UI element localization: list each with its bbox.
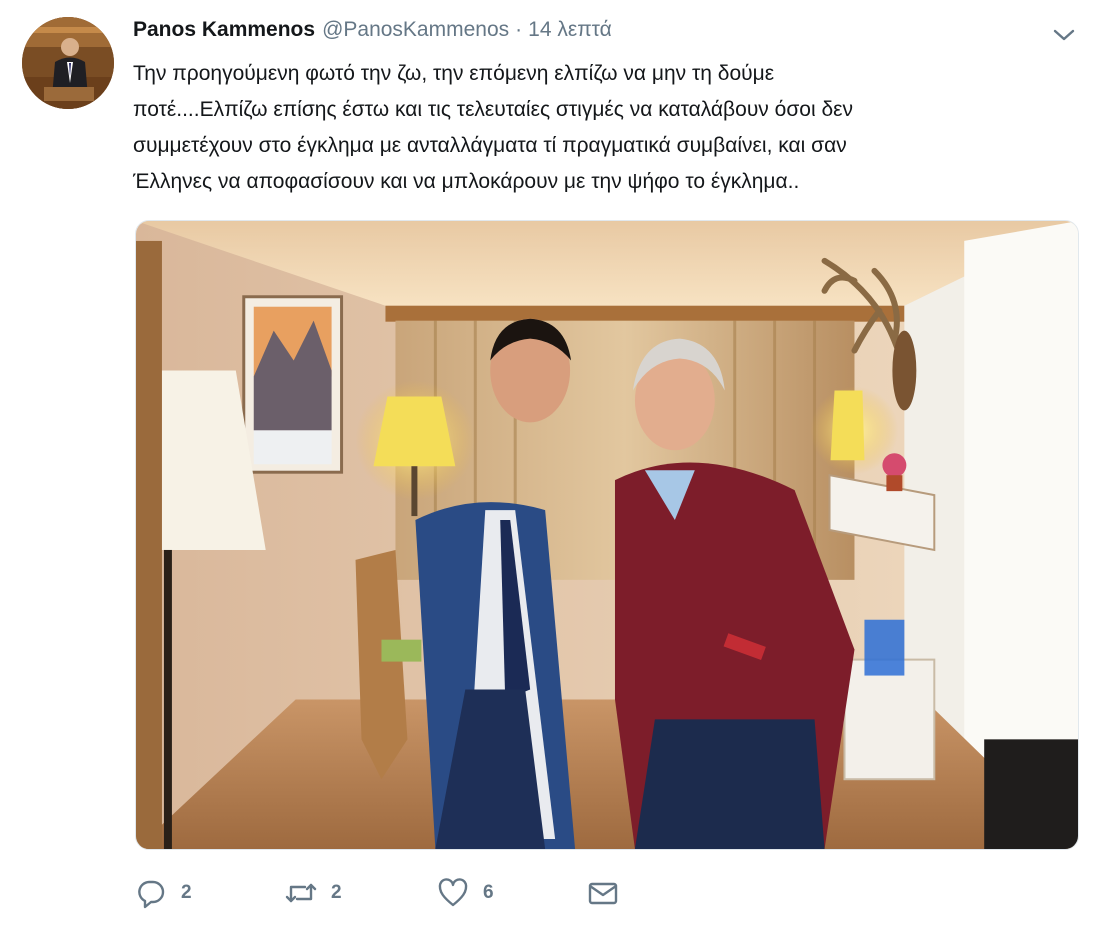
tweet-text-line: Την προηγούμενη φωτό την ζω, την επόμενη… [133,62,775,85]
tweet-photo[interactable] [135,220,1079,850]
avatar-image [22,17,114,109]
reply-count: 2 [181,882,192,903]
like-button[interactable]: 6 [437,873,494,913]
tweet-text-line: ποτέ....Ελπίζω επίσης έστω και τις τελευ… [133,98,854,121]
timestamp[interactable]: 14 λεπτά [528,18,612,42]
direct-message-button[interactable] [587,873,619,913]
avatar[interactable] [22,17,114,109]
envelope-icon [588,882,618,905]
chevron-down-icon[interactable] [1049,20,1079,50]
tweet-text-line: Έλληνες να αποφασίσουν και να μπλοκάρουν… [133,170,800,193]
separator-dot: · [515,18,523,41]
author-name[interactable]: Panos Kammenos [133,18,315,42]
retweet-icon [285,883,317,903]
heart-icon [438,878,468,907]
tweet[interactable]: Panos Kammenos @PanosKammenos · 14 λεπτά… [0,0,1099,931]
tweet-text-line: συμμετέχουν στο έγκλημα με ανταλλάγματα … [133,134,847,157]
photo-image [136,221,1078,849]
author-handle[interactable]: @PanosKammenos [322,18,509,42]
tweet-header: Panos Kammenos @PanosKammenos · 14 λεπτά [133,18,612,46]
retweet-count: 2 [331,882,342,903]
tweet-text: Την προηγούμενη φωτό την ζω, την επόμενη… [133,56,1068,200]
like-count: 6 [483,882,494,903]
retweet-button[interactable]: 2 [285,873,342,913]
reply-icon [138,880,165,909]
reply-button[interactable]: 2 [135,873,192,913]
